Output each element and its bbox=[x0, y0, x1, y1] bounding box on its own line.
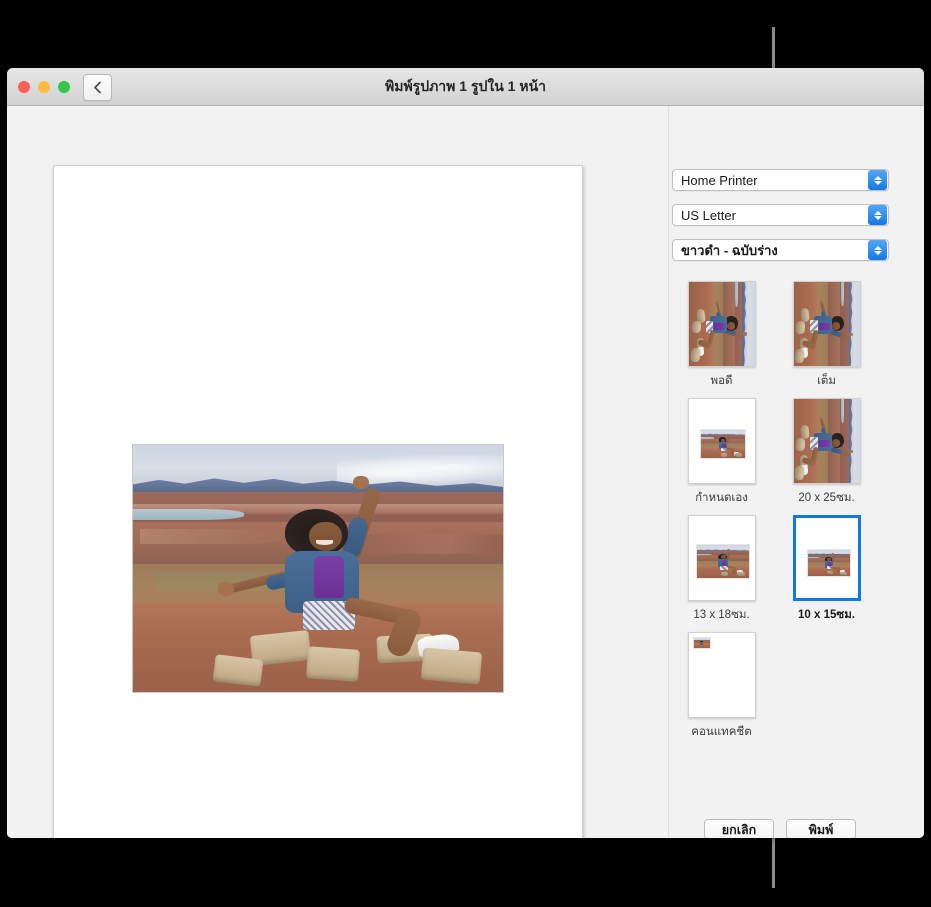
layout-thumbnail bbox=[688, 632, 756, 718]
layout-option-fill[interactable]: เต็ม bbox=[774, 281, 879, 390]
stepper-up-down-icon[interactable] bbox=[868, 205, 887, 225]
minimize-button[interactable] bbox=[38, 81, 50, 93]
photo-artwork bbox=[133, 445, 503, 692]
layout-option-custom[interactable]: กำหนดเอง bbox=[669, 398, 774, 507]
layout-option-label: เต็ม bbox=[817, 372, 836, 390]
print-preview-pane bbox=[7, 106, 668, 838]
layout-size-grid: พอดี bbox=[669, 281, 879, 749]
close-button[interactable] bbox=[18, 81, 30, 93]
window-titlebar: พิมพ์รูปภาพ 1 รูปใน 1 หน้า bbox=[7, 68, 924, 106]
layout-option-20x25[interactable]: 20 x 25ซม. bbox=[774, 398, 879, 507]
print-options-pane: Home Printer US Letter ขาวดำ - ฉบับร่าง bbox=[668, 106, 924, 838]
layout-thumbnail bbox=[688, 515, 756, 601]
layout-option-label: 20 x 25ซม. bbox=[798, 489, 854, 507]
cancel-button[interactable]: ยกเลิก bbox=[704, 819, 774, 838]
dialog-footer: ยกเลิก พิมพ์ bbox=[669, 819, 891, 838]
layout-option-label: 13 x 18ซม. bbox=[693, 606, 749, 624]
layout-option-13x18[interactable]: 13 x 18ซม. bbox=[669, 515, 774, 624]
layout-thumbnail bbox=[688, 398, 756, 484]
preview-photo bbox=[132, 444, 504, 693]
print-quality-dropdown[interactable]: ขาวดำ - ฉบับร่าง bbox=[672, 239, 889, 261]
page-preview-sheet bbox=[53, 165, 583, 838]
layout-option-10x15[interactable]: 10 x 15ซม. bbox=[774, 515, 879, 624]
print-button[interactable]: พิมพ์ bbox=[786, 819, 856, 838]
window-body: Home Printer US Letter ขาวดำ - ฉบับร่าง bbox=[7, 106, 924, 838]
layout-option-fit[interactable]: พอดี bbox=[669, 281, 774, 390]
printer-dropdown[interactable]: Home Printer bbox=[672, 169, 889, 191]
layout-option-label: คอนแทคชีต bbox=[691, 723, 751, 741]
page-title: พิมพ์รูปภาพ 1 รูปใน 1 หน้า bbox=[7, 68, 924, 105]
stepper-up-down-icon[interactable] bbox=[868, 170, 887, 190]
zoom-button[interactable] bbox=[58, 81, 70, 93]
layout-option-label: 10 x 15ซม. bbox=[798, 606, 855, 624]
back-button[interactable] bbox=[83, 74, 112, 101]
layout-option-label: กำหนดเอง bbox=[695, 489, 748, 507]
chevron-left-icon bbox=[93, 81, 102, 94]
print-quality-dropdown-value: ขาวดำ - ฉบับร่าง bbox=[673, 240, 868, 261]
paper-size-dropdown[interactable]: US Letter bbox=[672, 204, 889, 226]
layout-thumbnail bbox=[793, 398, 861, 484]
layout-thumbnail bbox=[793, 515, 861, 601]
layout-thumbnail bbox=[793, 281, 861, 367]
print-dialog-window: พิมพ์รูปภาพ 1 รูปใน 1 หน้า bbox=[7, 68, 924, 838]
layout-option-label: พอดี bbox=[711, 372, 733, 390]
layout-thumbnail bbox=[688, 281, 756, 367]
printer-dropdown-value: Home Printer bbox=[673, 173, 868, 188]
layout-option-contact-sheet[interactable]: คอนแทคชีต bbox=[669, 632, 774, 741]
stepper-up-down-icon[interactable] bbox=[868, 240, 887, 260]
paper-size-dropdown-value: US Letter bbox=[673, 208, 868, 223]
screenshot-root: พิมพ์รูปภาพ 1 รูปใน 1 หน้า bbox=[0, 0, 931, 907]
